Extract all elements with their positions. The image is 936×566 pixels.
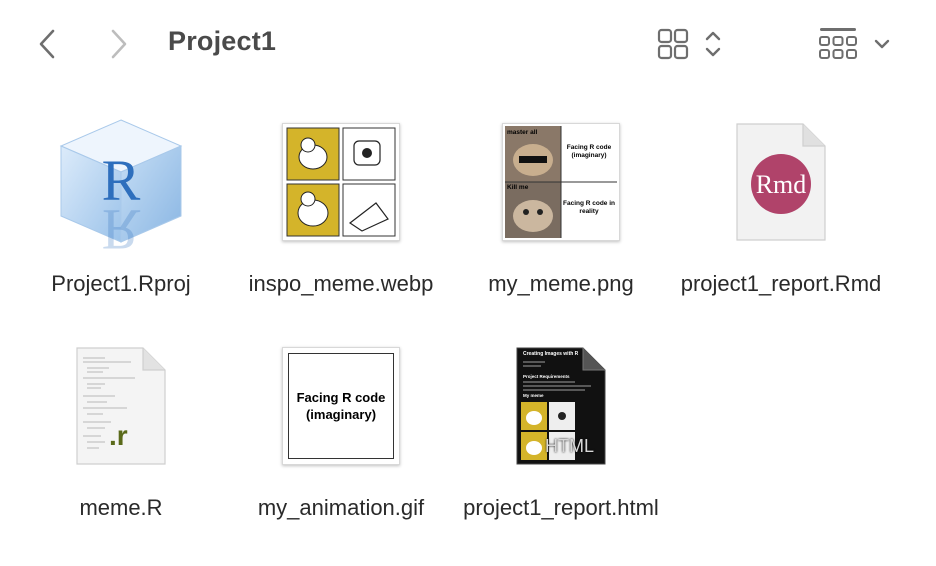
meme-caption-mid: Kill me [507, 184, 529, 191]
gif-thumbnail: Facing R code (imaginary) [271, 336, 411, 476]
grid-view-icon [657, 28, 689, 60]
file-name: my_animation.gif [257, 495, 425, 520]
meme-caption-top: master all [507, 129, 538, 136]
file-item[interactable]: master all Kill me Facing R code (imagin… [451, 112, 671, 300]
html-document-icon: Creating Images with R Project Requireme… [491, 336, 631, 476]
image-thumbnail: master all Kill me Facing R code (imagin… [491, 112, 631, 252]
file-name: my_meme.png [488, 271, 634, 296]
html-section: Project Requirements [523, 374, 570, 379]
meme-right-top: Facing R code (imaginary) [566, 144, 612, 159]
r-badge: .r [109, 420, 128, 451]
file-name: inspo_meme.webp [248, 271, 434, 296]
updown-chevron-icon [705, 31, 721, 57]
group-by-icon [819, 28, 857, 59]
toolbar: Project1 [0, 0, 936, 88]
html-badge: HTML [545, 436, 594, 456]
group-by-button[interactable] [818, 22, 892, 66]
rmd-badge: Rmd [755, 170, 807, 199]
image-thumbnail [271, 112, 411, 252]
r-script-icon: .r [51, 336, 191, 476]
file-name: project1_report.Rmd [680, 271, 882, 296]
window-title: Project1 [168, 26, 277, 56]
view-mode-button[interactable] [656, 22, 724, 66]
file-name: Project1.Rproj [51, 271, 191, 296]
html-sub: My meme [523, 393, 544, 398]
meme-right-bottom: Facing R code in reality [563, 200, 615, 215]
gif-preview-text: Facing R code (imaginary) [296, 390, 386, 422]
rproj-icon: R R [51, 112, 191, 252]
svg-text:R: R [102, 197, 141, 250]
chevron-left-icon [39, 29, 55, 59]
file-item[interactable]: Creating Images with R Project Requireme… [451, 336, 671, 524]
chevron-right-icon [111, 29, 127, 59]
html-heading: Creating Images with R [523, 351, 579, 357]
file-name: meme.R [79, 495, 163, 520]
file-item[interactable]: Facing R code (imaginary) my_animation.g… [231, 336, 451, 524]
forward-button[interactable] [104, 24, 134, 64]
back-button[interactable] [32, 24, 62, 64]
file-name: project1_report.html [463, 495, 659, 520]
rmd-document-icon: Rmd [711, 112, 851, 252]
file-item[interactable]: inspo_meme.webp [231, 112, 451, 300]
chevron-down-icon [874, 39, 890, 49]
file-item[interactable]: .r meme.R [11, 336, 231, 524]
file-item[interactable]: Rmd project1_report.Rmd [671, 112, 891, 300]
file-item[interactable]: R R Project1.Rproj [11, 112, 231, 300]
